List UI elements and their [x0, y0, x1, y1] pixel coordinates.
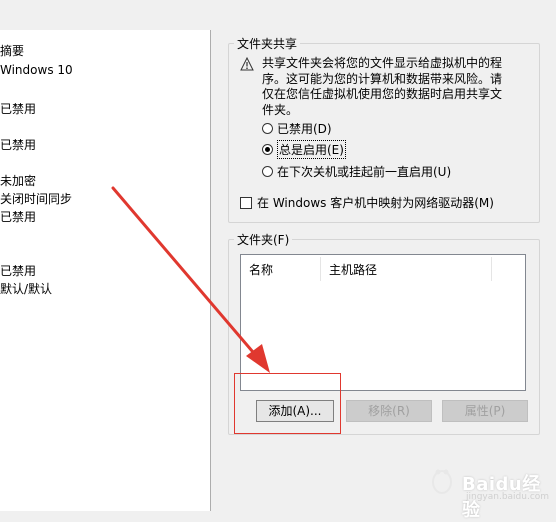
list-header: 名称 主机路径	[241, 255, 525, 281]
radio-until-poweroff[interactable]: 在下次关机或挂起前一直启用(U)	[262, 163, 451, 179]
radio-disabled-label: 已禁用(D)	[277, 121, 332, 136]
radio-button[interactable]	[262, 165, 273, 177]
checkbox[interactable]	[240, 196, 252, 209]
column-separator[interactable]	[491, 257, 492, 281]
warning-icon	[240, 57, 254, 71]
map-network-drive-checkbox[interactable]: 在 Windows 客户机中映射为网络驱动器(M)	[240, 194, 494, 211]
folders-title: 文件夹(F)	[234, 231, 293, 248]
radio-always-enabled[interactable]: 总是启用(E)	[262, 139, 346, 159]
radio-always-enabled-label: 总是启用(E)	[277, 139, 346, 159]
annotation-highlight-box	[234, 373, 341, 434]
hardware-summary-panel: 摘要 Windows 10 已禁用 已禁用 未加密 关闭时间同步 已禁用 已禁用…	[0, 30, 211, 511]
radio-until-poweroff-label: 在下次关机或挂起前一直启用(U)	[277, 164, 452, 179]
folders-list[interactable]: 名称 主机路径	[240, 254, 526, 391]
radio-button[interactable]	[262, 122, 273, 134]
summary-item: 已禁用	[0, 264, 37, 278]
summary-item: 未加密	[0, 174, 37, 188]
sharing-warning-text: 共享文件夹会将您的文件显示给虚拟机中的程序。这可能为您的计算机和数据带来风险。请…	[262, 56, 503, 117]
watermark-url: jingyan.baidu.com	[466, 492, 550, 502]
map-network-drive-label: 在 Windows 客户机中映射为网络驱动器(M)	[257, 196, 494, 210]
folder-properties-button[interactable]: 属性(P)	[442, 400, 528, 422]
remove-folder-button[interactable]: 移除(R)	[346, 400, 432, 422]
summary-item: 关闭时间同步	[0, 192, 73, 206]
summary-item: 已禁用	[0, 102, 37, 116]
summary-item: Windows 10	[0, 63, 73, 77]
radio-button-checked[interactable]	[262, 143, 273, 155]
folder-sharing-title: 文件夹共享	[234, 35, 301, 52]
summary-item: 默认/默认	[0, 282, 53, 296]
summary-item: 已禁用	[0, 138, 37, 152]
column-header-name[interactable]: 名称	[249, 261, 273, 278]
summary-item: 已禁用	[0, 210, 37, 224]
column-separator[interactable]	[320, 257, 321, 281]
radio-disabled[interactable]: 已禁用(D)	[262, 120, 332, 136]
summary-item: 摘要	[0, 44, 25, 58]
column-header-host-path[interactable]: 主机路径	[329, 261, 377, 278]
